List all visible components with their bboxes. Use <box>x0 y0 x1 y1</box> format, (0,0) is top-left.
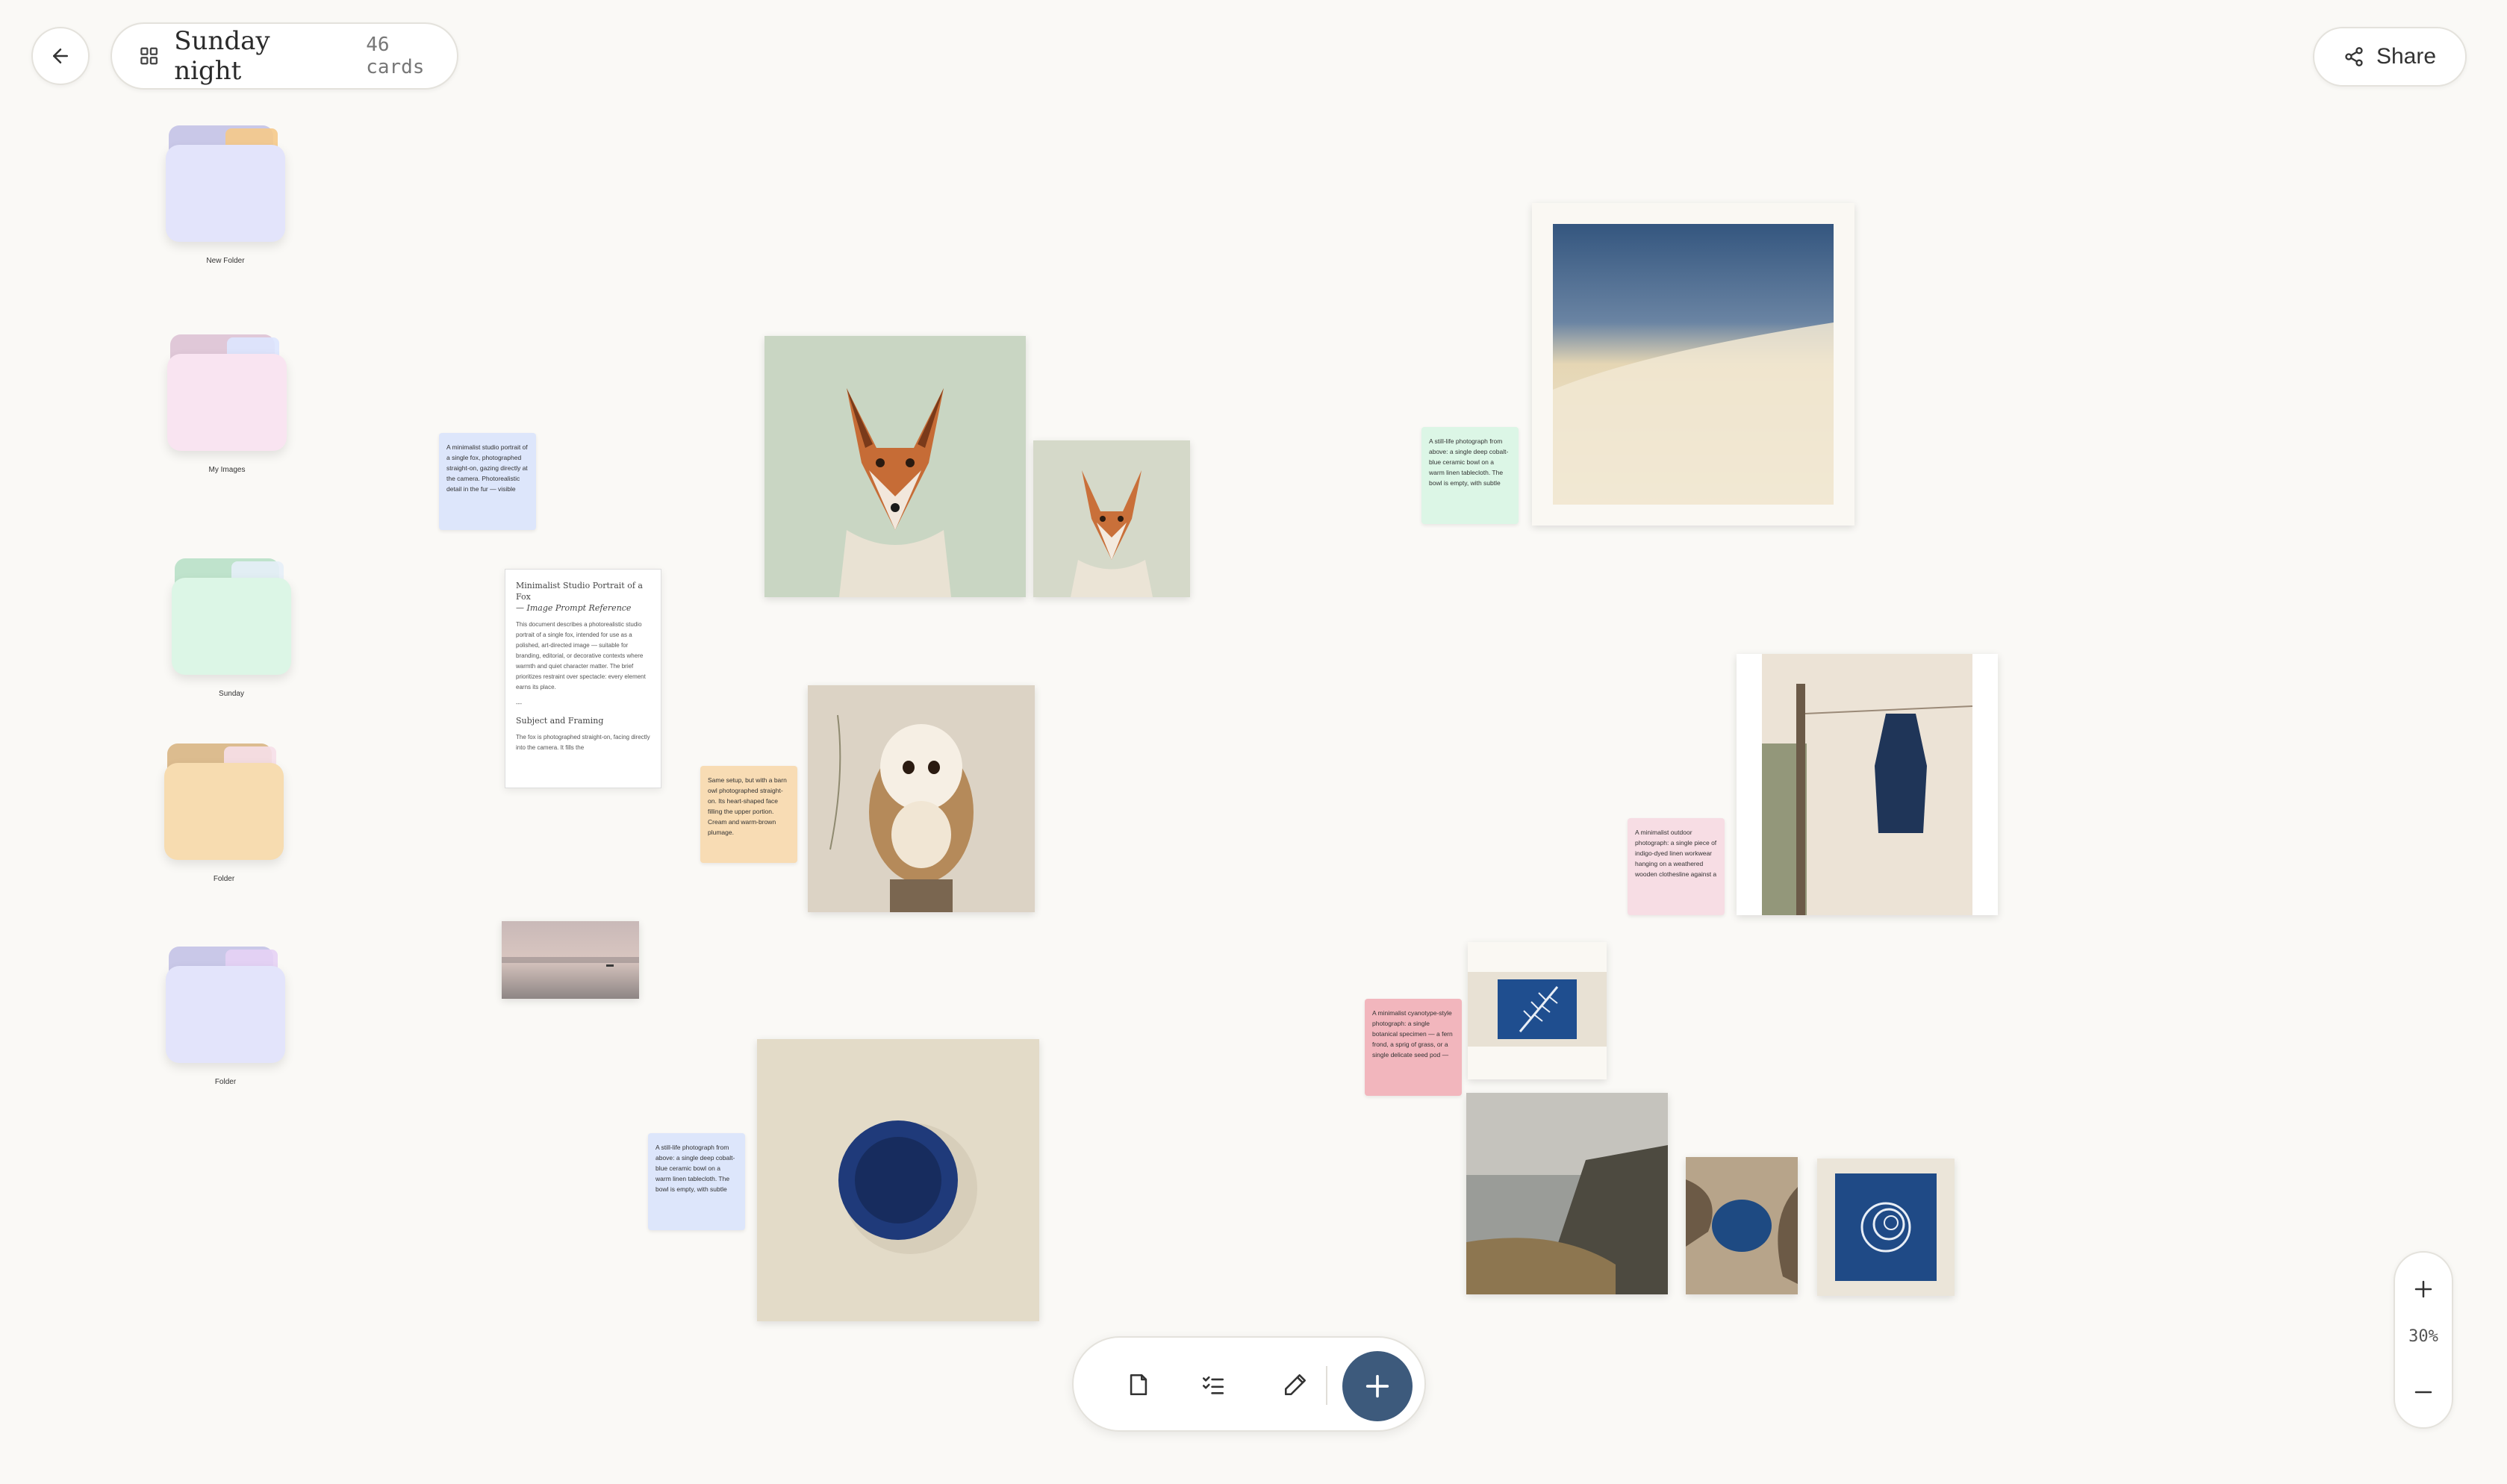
folder-sunday[interactable]: Sunday <box>172 558 299 708</box>
note-card-bowl-blue[interactable]: A still-life photograph from above: a si… <box>648 1133 745 1230</box>
note-text: A still-life photograph from above: a si… <box>1429 437 1509 487</box>
grid-icon <box>140 47 158 65</box>
document-card[interactable]: Minimalist Studio Portrait of a Fox — Ima… <box>505 569 661 788</box>
image-card-watercolor[interactable] <box>1532 203 1854 526</box>
note-text: A still-life photograph from above: a si… <box>655 1144 735 1193</box>
pencil-icon <box>1284 1374 1307 1396</box>
folder-label: Sunday <box>219 690 244 698</box>
folder-front <box>167 354 287 451</box>
card-count: 46 cards <box>366 34 425 78</box>
add-note-button[interactable] <box>1117 1363 1160 1406</box>
folder-label: Folder <box>214 1078 237 1086</box>
document-body: This document describes a photorealistic… <box>516 621 646 690</box>
document-subtitle: — Image Prompt Reference <box>516 603 632 613</box>
note-text: A minimalist cyanotype-style photograph:… <box>1372 1009 1453 1059</box>
note-card-jacket[interactable]: A minimalist outdoor photograph: a singl… <box>1628 818 1725 915</box>
folder-front <box>166 145 285 242</box>
image-card-blue-bowl[interactable] <box>757 1039 1039 1321</box>
plus-icon <box>2414 1280 2432 1298</box>
image-card-jacket[interactable] <box>1737 654 1998 915</box>
arrow-left-icon <box>53 49 68 63</box>
folder-front <box>166 966 285 1063</box>
share-button[interactable]: Share <box>2313 27 2467 87</box>
note-card-bowl-green[interactable]: A still-life photograph from above: a si… <box>1421 427 1519 524</box>
folder-folder-2[interactable]: Folder <box>166 947 293 1096</box>
folder-new-folder[interactable]: New Folder <box>166 125 293 275</box>
draw-button[interactable] <box>1274 1363 1317 1406</box>
checklist-icon <box>1202 1376 1224 1394</box>
note-icon <box>1130 1374 1147 1396</box>
image-card-cyanotype-fern[interactable] <box>1468 942 1607 1079</box>
document-section-heading: Subject and Framing <box>516 716 604 726</box>
add-checklist-button[interactable] <box>1192 1363 1235 1406</box>
note-card-cyanotype[interactable]: A minimalist cyanotype-style photograph:… <box>1365 999 1462 1096</box>
folder-label: New Folder <box>206 257 245 265</box>
image-card-coastal-cliffs[interactable] <box>1466 1093 1668 1294</box>
image-card-fox-large[interactable] <box>764 336 1026 597</box>
folder-folder-1[interactable]: Folder <box>164 743 291 893</box>
folder-my-images[interactable]: My Images <box>167 334 294 484</box>
image-card-misty-lake[interactable] <box>502 921 639 999</box>
document-title: Minimalist Studio Portrait of a Fox <box>516 581 643 602</box>
toolbar-divider <box>1326 1366 1327 1405</box>
note-text: A minimalist outdoor photograph: a singl… <box>1635 829 1717 878</box>
image-card-owl[interactable] <box>808 685 1035 912</box>
zoom-level: 30% <box>2408 1327 2438 1346</box>
plus-icon <box>1365 1374 1389 1398</box>
image-card-cyanotype-shell[interactable] <box>1817 1159 1955 1296</box>
document-divider: --- <box>516 700 522 707</box>
folder-label: My Images <box>208 466 246 474</box>
zoom-out-button[interactable] <box>2395 1366 2452 1418</box>
note-card-owl[interactable]: Same setup, but with a barn owl photogra… <box>700 766 797 863</box>
image-card-fox-small[interactable] <box>1033 440 1190 597</box>
zoom-in-button[interactable] <box>2395 1263 2452 1315</box>
image-card-rock-pool[interactable] <box>1686 1157 1798 1294</box>
share-label: Share <box>2376 44 2437 69</box>
folder-front <box>164 763 284 860</box>
add-button[interactable] <box>1342 1351 1413 1421</box>
folder-front <box>172 578 291 675</box>
share-icon <box>2345 47 2363 66</box>
zoom-control: 30% <box>2394 1251 2453 1429</box>
folder-label: Folder <box>213 875 235 883</box>
note-text: Same setup, but with a barn owl photogra… <box>708 776 787 836</box>
document-section-body: The fox is photographed straight-on, fac… <box>516 734 650 751</box>
note-card-fox[interactable]: A minimalist studio portrait of a single… <box>439 433 536 530</box>
board-title: Sunday night <box>174 26 270 86</box>
back-button[interactable] <box>31 27 90 85</box>
note-text: A minimalist studio portrait of a single… <box>446 443 528 493</box>
bottom-toolbar <box>1072 1336 1426 1432</box>
board-title-pill[interactable]: Sunday night 46 cards <box>110 22 458 90</box>
minus-icon <box>2414 1391 2432 1394</box>
